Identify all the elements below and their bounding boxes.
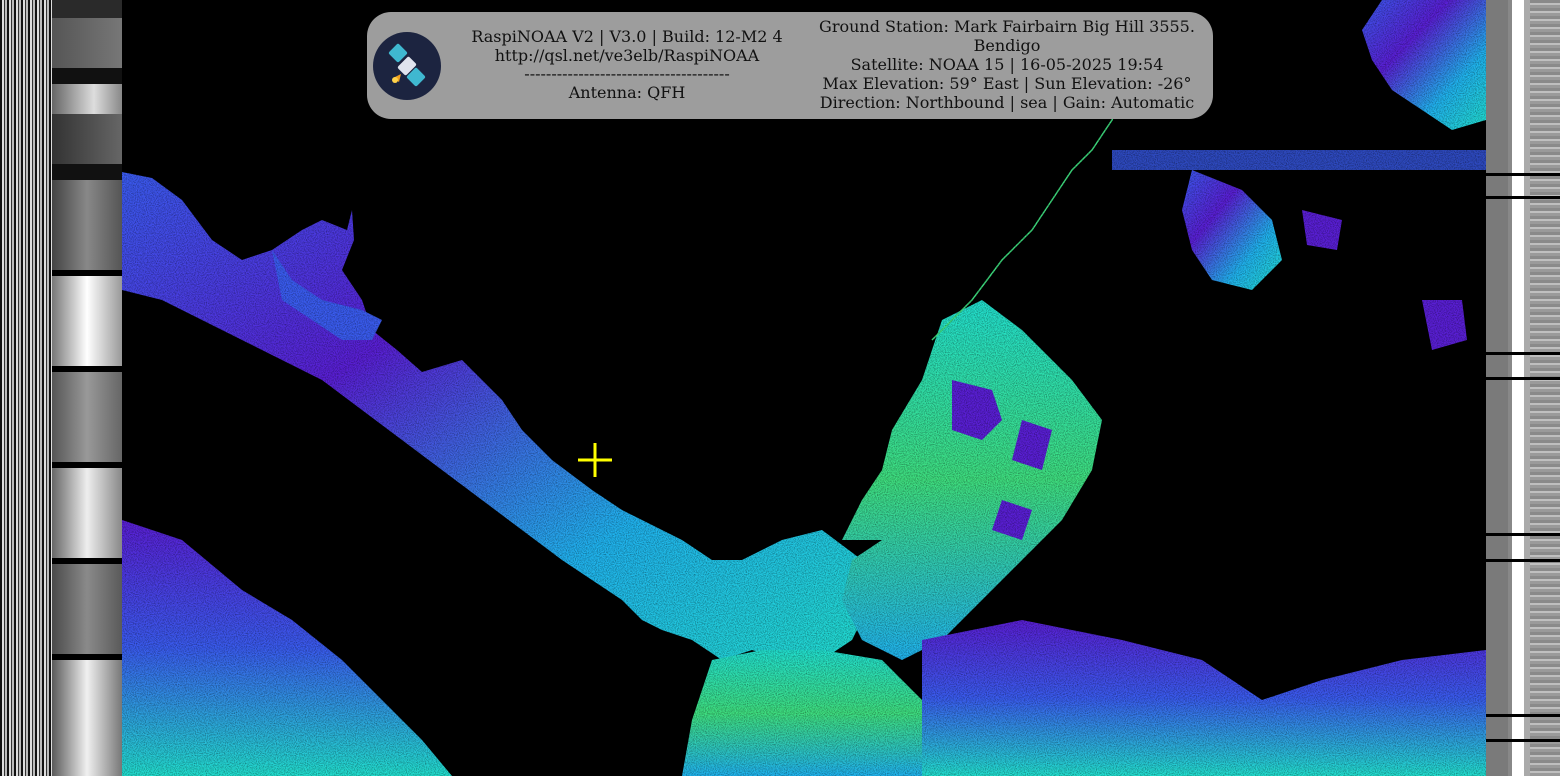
telemetry-divider — [1486, 533, 1560, 536]
telemetry-divider — [1486, 714, 1560, 717]
divider-line: -------------------------------------- — [524, 64, 730, 83]
satellite-image-viewer: RaspiNOAA V2 | V3.0 | Build: 12-M2 4 htt… — [0, 0, 1560, 776]
telemetry-divider — [1486, 739, 1560, 742]
antenna-type: Antenna: QFH — [568, 83, 686, 102]
satellite-datetime: Satellite: NOAA 15 | 16-05-2025 19:54 — [850, 55, 1164, 74]
telemetry-divider — [1486, 377, 1560, 380]
satellite-logo-icon — [373, 32, 441, 100]
space-strip-right — [1486, 0, 1508, 776]
direction-gain-info: Direction: Northbound | sea | Gain: Auto… — [819, 93, 1195, 112]
sync-strip-left — [0, 0, 52, 776]
crosshair-icon — [578, 443, 612, 477]
sync-strip-right — [1508, 0, 1530, 776]
telemetry-strip-right — [1530, 0, 1560, 776]
telemetry-divider — [1486, 196, 1560, 199]
pass-info: Ground Station: Mark Fairbairn Big Hill … — [807, 17, 1207, 112]
telemetry-divider — [1486, 173, 1560, 176]
station-software-info: RaspiNOAA V2 | V3.0 | Build: 12-M2 4 htt… — [457, 27, 797, 102]
software-version: RaspiNOAA V2 | V3.0 | Build: 12-M2 4 — [471, 27, 783, 46]
project-url: http://qsl.net/ve3elb/RaspiNOAA — [494, 46, 760, 65]
ground-station: Ground Station: Mark Fairbairn Big Hill … — [819, 17, 1195, 36]
info-banner: RaspiNOAA V2 | V3.0 | Build: 12-M2 4 htt… — [367, 12, 1213, 119]
elevation-info: Max Elevation: 59° East | Sun Elevation:… — [822, 74, 1192, 93]
telemetry-divider — [1486, 352, 1560, 355]
telemetry-divider — [1486, 559, 1560, 562]
ground-station-location: Bendigo — [973, 36, 1041, 55]
telemetry-strip-left — [52, 0, 122, 776]
